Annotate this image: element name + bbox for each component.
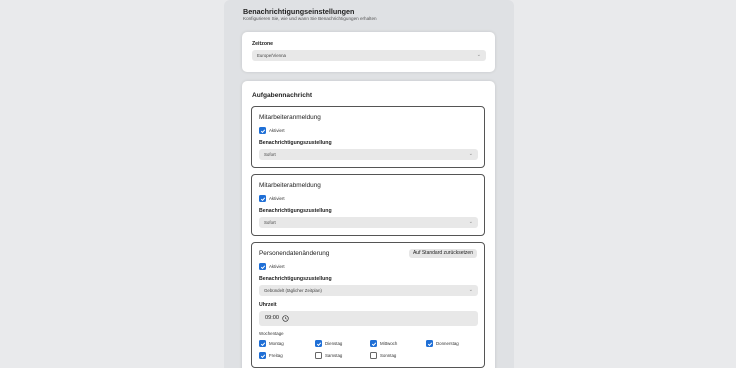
clock-icon[interactable]: [282, 315, 289, 322]
weekday-label: Donnerstag: [436, 341, 459, 346]
weekday-checkbox-sunday[interactable]: [370, 352, 377, 359]
weekdays-label: Wochentage: [259, 331, 284, 336]
reset-to-default-button[interactable]: Auf Standard zurücksetzen: [408, 249, 477, 258]
weekday-checkbox-thursday[interactable]: [426, 340, 433, 347]
checkmark-icon: [260, 128, 265, 133]
weekday-label: Mittwoch: [380, 341, 398, 346]
weekday-label: Samstag: [325, 353, 343, 358]
section-title-personal-data-change: Personendatenänderung: [259, 250, 330, 257]
enabled-label: Aktiviert: [269, 196, 285, 201]
checkmark-icon: [316, 341, 321, 346]
enabled-checkbox[interactable]: [259, 127, 266, 134]
delivery-label: Benachrichtigungszustellung: [259, 208, 332, 214]
weekday-checkbox-monday[interactable]: [259, 340, 266, 347]
time-value: 09:00: [265, 315, 279, 321]
timezone-value: Europe/Vienna: [257, 53, 286, 58]
delivery-label: Benachrichtigungszustellung: [259, 276, 332, 282]
chevron-down-icon: ⌄: [468, 219, 473, 225]
enabled-label: Aktiviert: [269, 128, 285, 133]
section-employee-login: Mitarbeiteranmeldung Aktiviert Benachric…: [251, 106, 485, 168]
timezone-card: Zeitzone Europe/Vienna ⌄: [242, 32, 495, 72]
chevron-down-icon: ⌄: [468, 151, 473, 157]
page-subtitle: Konfigurieren Sie, wie und wann Sie Bena…: [243, 16, 377, 21]
checkmark-icon: [260, 264, 265, 269]
section-employee-logout: Mitarbeiterabmeldung Aktiviert Benachric…: [251, 174, 485, 236]
section-title-employee-logout: Mitarbeiterabmeldung: [259, 182, 321, 189]
chevron-down-icon: ⌄: [476, 52, 481, 58]
weekday-checkbox-saturday[interactable]: [315, 352, 322, 359]
checkmark-icon: [260, 196, 265, 201]
timezone-label: Zeitzone: [252, 41, 274, 47]
time-label: Uhrzeit: [259, 302, 277, 308]
task-notification-card: Aufgabennachricht Mitarbeiteranmeldung A…: [242, 81, 495, 368]
section-title: Aufgabennachricht: [252, 92, 313, 99]
enabled-checkbox[interactable]: [259, 263, 266, 270]
weekday-label: Sonntag: [380, 353, 397, 358]
settings-panel: Benachrichtigungseinstellungen Konfiguri…: [224, 0, 514, 368]
time-input[interactable]: 09:00: [259, 311, 478, 326]
checkmark-icon: [427, 341, 432, 346]
section-title-employee-login: Mitarbeiteranmeldung: [259, 114, 321, 121]
weekday-label: Freitag: [269, 353, 283, 358]
timezone-select[interactable]: Europe/Vienna ⌄: [252, 50, 486, 61]
weekday-label: Montag: [269, 341, 284, 346]
enabled-checkbox[interactable]: [259, 195, 266, 202]
section-personal-data-change: Personendatenänderung Auf Standard zurüc…: [251, 242, 485, 368]
delivery-value: Gebündelt (täglicher Zeitplan): [264, 288, 322, 293]
delivery-select[interactable]: Gebündelt (täglicher Zeitplan) ⌄: [259, 285, 478, 296]
weekday-checkbox-wednesday[interactable]: [370, 340, 377, 347]
enabled-label: Aktiviert: [269, 264, 285, 269]
page-title: Benachrichtigungseinstellungen: [243, 7, 355, 16]
weekday-label: Dienstag: [325, 341, 343, 346]
delivery-label: Benachrichtigungszustellung: [259, 140, 332, 146]
checkmark-icon: [371, 341, 376, 346]
checkmark-icon: [260, 353, 265, 358]
weekday-checkbox-friday[interactable]: [259, 352, 266, 359]
chevron-down-icon: ⌄: [468, 287, 473, 293]
delivery-select[interactable]: Sofort ⌄: [259, 149, 478, 160]
delivery-select[interactable]: Sofort ⌄: [259, 217, 478, 228]
delivery-value: Sofort: [264, 152, 276, 157]
checkmark-icon: [260, 341, 265, 346]
delivery-value: Sofort: [264, 220, 276, 225]
weekday-checkbox-tuesday[interactable]: [315, 340, 322, 347]
